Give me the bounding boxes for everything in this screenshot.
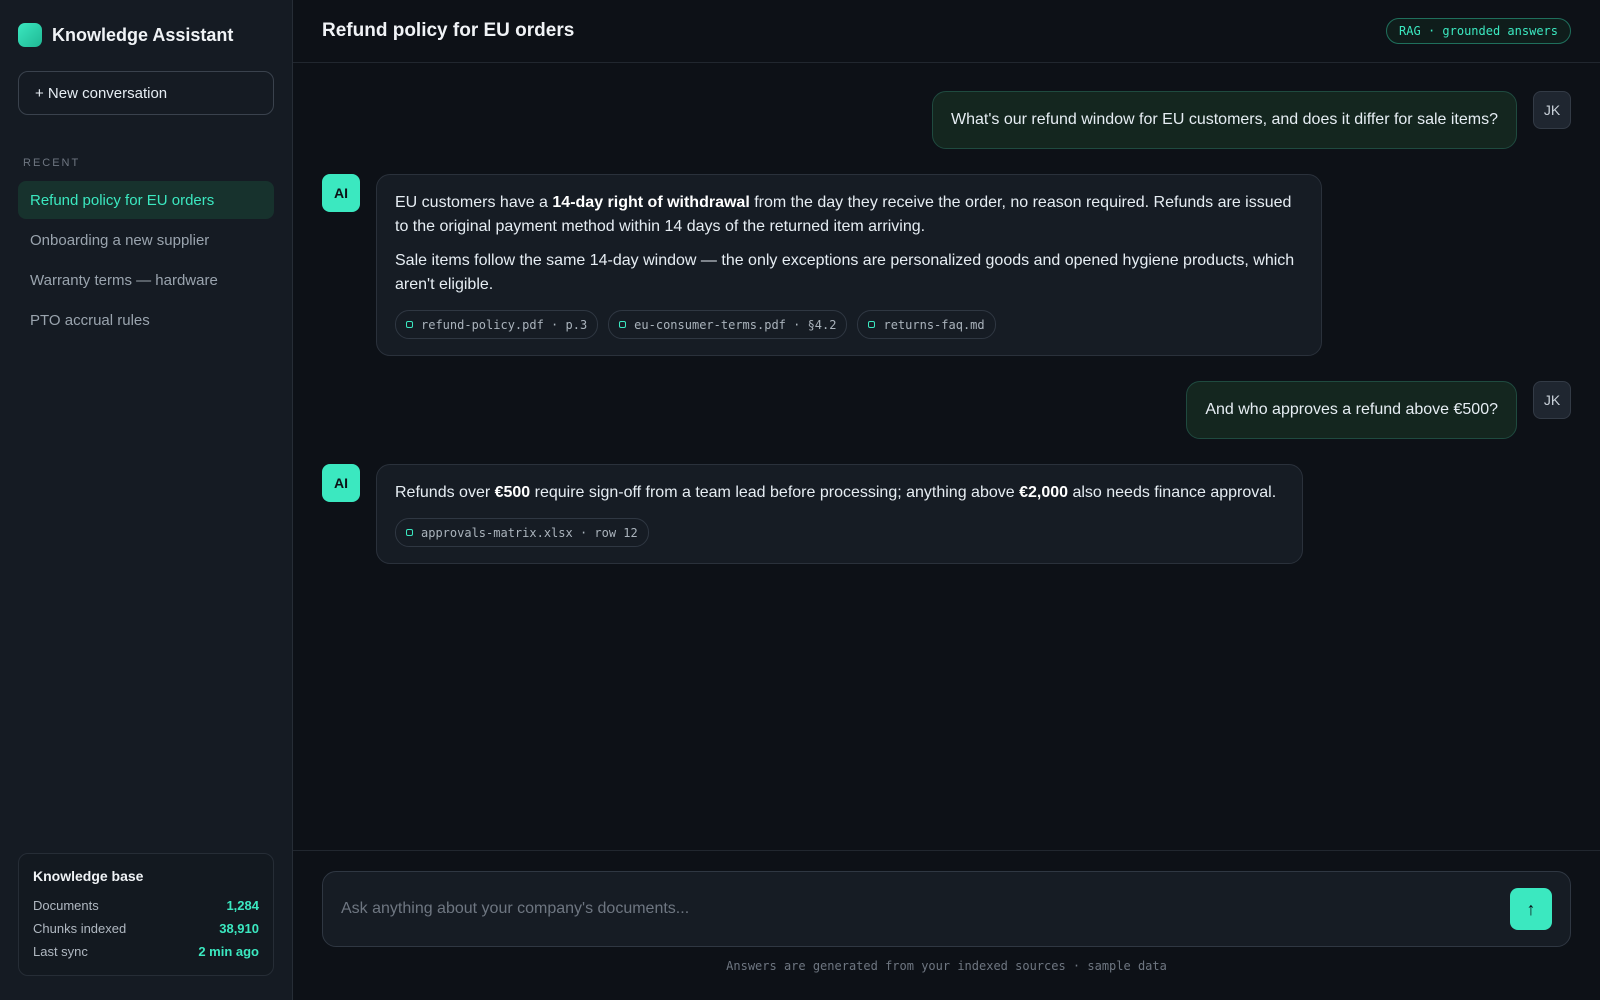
user-message-bubble: What's our refund window for EU customer… bbox=[932, 91, 1517, 149]
footnote: Answers are generated from your indexed … bbox=[726, 959, 1167, 973]
kb-stat-value: 1,284 bbox=[226, 898, 259, 913]
kb-stat-row: Chunks indexed 38,910 bbox=[33, 917, 259, 940]
assistant-avatar: AI bbox=[322, 174, 360, 212]
user-message-row: What's our refund window for EU customer… bbox=[322, 91, 1571, 149]
source-chip[interactable]: eu-consumer-terms.pdf · §4.2 bbox=[608, 310, 848, 339]
sidebar-conversation-item[interactable]: Refund policy for EU orders bbox=[18, 181, 274, 219]
highlight-text: €500 bbox=[494, 484, 531, 501]
knowledge-base-stats: Documents 1,284 Chunks indexed 38,910 Last s… bbox=[33, 894, 259, 963]
document-icon bbox=[619, 321, 627, 328]
assistant-paragraph: Sale items follow the same 14-day window… bbox=[395, 249, 1303, 297]
source-chip[interactable]: refund-policy.pdf · p.3 bbox=[395, 310, 599, 339]
source-chip-label: returns-faq.md bbox=[883, 317, 985, 332]
source-citations: approvals-matrix.xlsx · row 12 bbox=[395, 518, 1284, 547]
user-avatar: JK bbox=[1533, 381, 1571, 419]
kb-stat-value: 2 min ago bbox=[198, 944, 259, 959]
source-chip-label: refund-policy.pdf · p.3 bbox=[421, 317, 588, 332]
message-text: also needs finance approval. bbox=[1068, 484, 1277, 501]
composer-area: ↑ Answers are generated from your indexe… bbox=[293, 850, 1600, 1000]
arrow-up-icon: ↑ bbox=[1526, 898, 1536, 919]
assistant-paragraph: Refunds over €500 require sign-off from … bbox=[395, 481, 1284, 505]
kb-stat-label: Chunks indexed bbox=[33, 921, 127, 936]
assistant-paragraph: EU customers have a 14-day right of with… bbox=[395, 191, 1303, 239]
kb-stat-label: Documents bbox=[33, 898, 99, 913]
source-chip-label: eu-consumer-terms.pdf · §4.2 bbox=[634, 317, 837, 332]
source-citations: refund-policy.pdf · p.3 eu-consumer-terms… bbox=[395, 310, 1303, 339]
message-text: EU customers have a bbox=[395, 194, 553, 211]
knowledge-base-panel: Knowledge base Documents 1,284 Chunks inde… bbox=[18, 853, 274, 976]
kb-stat-row: Documents 1,284 bbox=[33, 894, 259, 917]
recent-section-label: RECENT bbox=[23, 157, 81, 169]
highlight-text: €2,000 bbox=[1019, 484, 1069, 501]
sidebar-conversation-item[interactable]: Warranty terms — hardware bbox=[18, 261, 274, 299]
assistant-message-bubble: Refunds over €500 require sign-off from … bbox=[376, 464, 1303, 564]
source-chip[interactable]: returns-faq.md bbox=[857, 310, 996, 339]
message-input[interactable] bbox=[341, 900, 1510, 918]
highlight-text: 14-day right of withdrawal bbox=[552, 194, 750, 211]
assistant-message-row: AI Refunds over €500 require sign-off fro… bbox=[322, 464, 1571, 564]
message-text: Refunds over bbox=[395, 484, 495, 501]
assistant-message-bubble: EU customers have a 14-day right of with… bbox=[376, 174, 1322, 356]
message-text: Sale items follow the same 14-day window… bbox=[395, 252, 1295, 293]
sidebar-conversation-item[interactable]: PTO accrual rules bbox=[18, 301, 274, 339]
page-title: Refund policy for EU orders bbox=[322, 20, 575, 41]
sidebar: Knowledge Assistant + New conversation R… bbox=[0, 0, 293, 1000]
kb-stat-row: Last sync 2 min ago bbox=[33, 940, 259, 963]
send-button[interactable]: ↑ bbox=[1510, 888, 1552, 930]
source-chip-label: approvals-matrix.xlsx · row 12 bbox=[421, 525, 638, 540]
kb-stat-value: 38,910 bbox=[219, 921, 259, 936]
brand-logo-icon bbox=[18, 23, 42, 47]
main-panel: Refund policy for EU orders RAG · ground… bbox=[293, 0, 1600, 1000]
new-conversation-button[interactable]: + New conversation bbox=[18, 71, 274, 115]
brand-name: Knowledge Assistant bbox=[52, 24, 234, 45]
brand: Knowledge Assistant bbox=[18, 18, 274, 52]
document-icon bbox=[868, 321, 876, 328]
rag-badge: RAG · grounded answers bbox=[1386, 18, 1571, 44]
source-chip[interactable]: approvals-matrix.xlsx · row 12 bbox=[395, 518, 649, 547]
conversation-list: Refund policy for EU orders Onboarding a … bbox=[18, 181, 274, 339]
user-avatar: JK bbox=[1533, 91, 1571, 129]
sidebar-conversation-item[interactable]: Onboarding a new supplier bbox=[18, 221, 274, 259]
document-icon bbox=[406, 321, 413, 328]
assistant-avatar: AI bbox=[322, 464, 360, 502]
user-message-bubble: And who approves a refund above €500? bbox=[1186, 381, 1517, 439]
knowledge-base-title: Knowledge base bbox=[33, 868, 144, 884]
kb-stat-label: Last sync bbox=[33, 944, 88, 959]
user-message-row: And who approves a refund above €500? JK bbox=[322, 381, 1571, 439]
message-text: require sign-off from a team lead before… bbox=[530, 484, 1020, 501]
document-icon bbox=[406, 529, 413, 536]
composer: ↑ bbox=[322, 871, 1571, 947]
topbar: Refund policy for EU orders RAG · ground… bbox=[293, 0, 1600, 63]
chat-thread[interactable]: What's our refund window for EU customer… bbox=[293, 63, 1600, 850]
assistant-message-row: AI EU customers have a 14-day right of wi… bbox=[322, 174, 1571, 356]
